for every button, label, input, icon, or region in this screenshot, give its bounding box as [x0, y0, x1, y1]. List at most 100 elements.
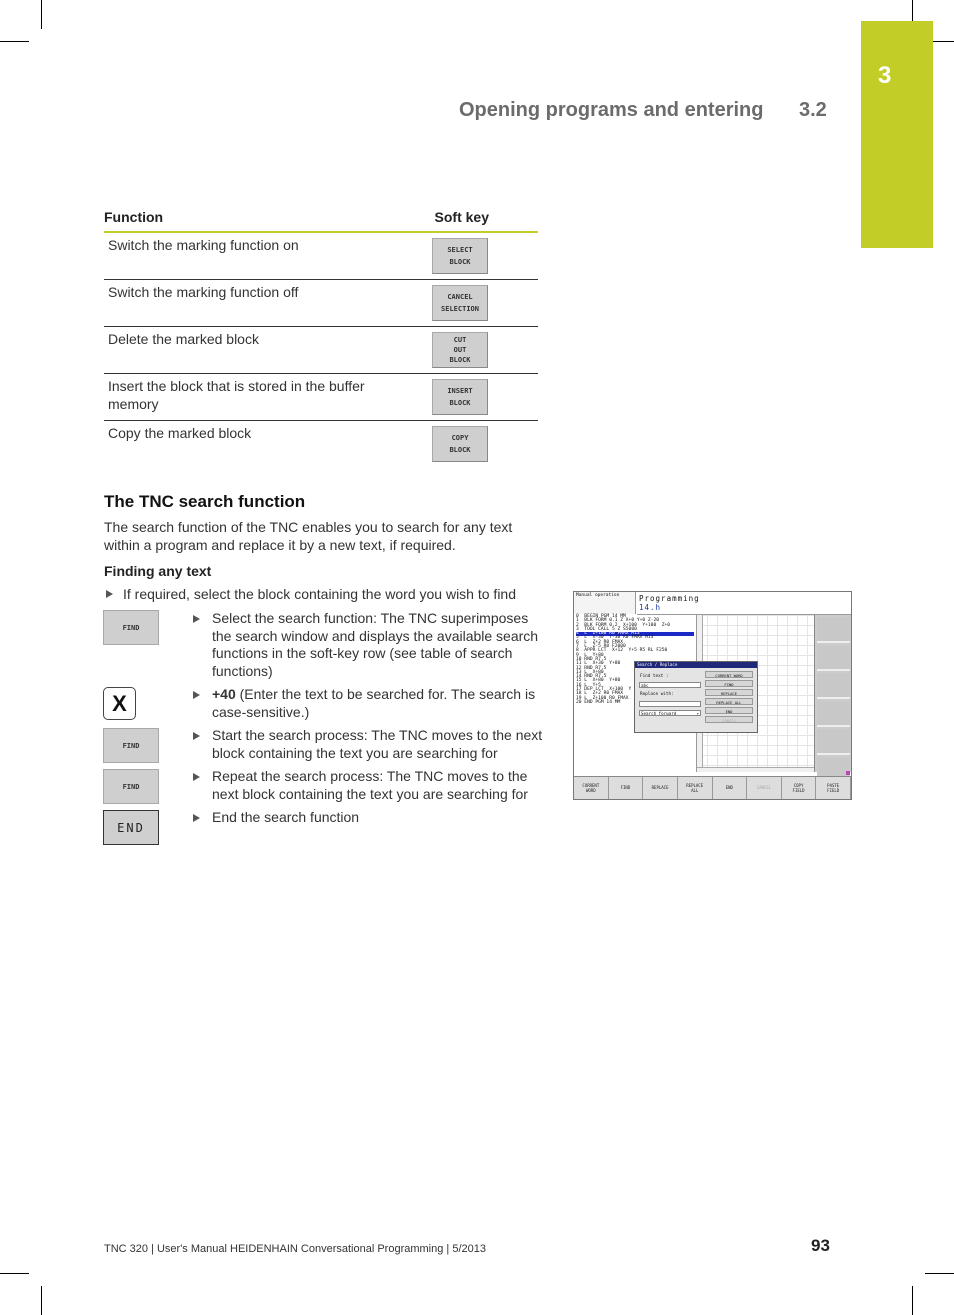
bullet-triangle-icon — [193, 691, 200, 699]
bullet-triangle-icon — [193, 615, 200, 623]
softkey-label: FIELD — [827, 787, 840, 793]
chapter-tab — [861, 21, 933, 248]
step-bold-value: +40 — [212, 686, 236, 702]
insert-block-softkey[interactable]: INSERT BLOCK — [432, 379, 488, 415]
softkey-label: CANCEL — [756, 785, 772, 791]
tnc-softkey[interactable]: COPY FIELD — [782, 777, 817, 799]
table-row: Switch the marking function off CANCEL S… — [104, 280, 538, 327]
function-cell: Delete the marked block — [108, 331, 259, 347]
step-text: (Enter the text to be searched for. The … — [212, 686, 536, 720]
find-text-input[interactable]: abc — [639, 682, 701, 688]
dialog-find-button[interactable]: FIND — [705, 680, 753, 687]
dialog-replace-button[interactable]: REPLACE — [705, 689, 753, 696]
find-label: Find text : — [640, 674, 669, 679]
direction-value: Search forward — [641, 711, 677, 716]
file-name: 14.h — [639, 603, 662, 612]
step-text: Repeat the search process: The TNC moves… — [212, 768, 528, 802]
tnc-screenshot: Manual operation Programming 14.h 0 BEGI… — [573, 591, 852, 800]
bullet-triangle-icon — [193, 773, 200, 781]
select-block-softkey[interactable]: SELECT BLOCK — [432, 238, 488, 274]
softkey-label: SELECT — [447, 246, 473, 254]
find-softkey[interactable]: FIND — [103, 769, 159, 804]
tnc-softkey[interactable]: CANCEL — [747, 777, 782, 799]
ruler-horizontal — [697, 767, 814, 772]
section-title: Opening programs and entering — [459, 99, 764, 121]
softkey-label: CUT — [453, 336, 467, 344]
intro-paragraph: The search function of the TNC enables y… — [104, 519, 513, 553]
tnc-softkey[interactable]: REPLACE — [643, 777, 678, 799]
table-row: Insert the block that is stored in the b… — [104, 374, 538, 421]
column-header-function: Function — [104, 209, 164, 225]
step-item: Select the search function: The TNC supe… — [193, 610, 548, 680]
crop-mark — [41, 1286, 42, 1315]
softkey-label: BLOCK — [449, 399, 471, 407]
step-text: Start the search process: The TNC moves … — [212, 727, 543, 761]
table-row: Switch the marking function on SELECT BL… — [104, 233, 538, 280]
chapter-number: 3 — [878, 62, 892, 89]
bullet-triangle-icon — [106, 590, 113, 598]
function-cell: Copy the marked block — [108, 425, 252, 441]
tnc-softkey[interactable]: CURRENT WORD — [574, 777, 609, 799]
softkey-label: CANCEL — [447, 293, 473, 301]
find-softkey[interactable]: FIND — [103, 728, 159, 763]
section-heading: The TNC search function — [104, 492, 306, 511]
vertical-softkey[interactable] — [817, 729, 850, 755]
table-row: Copy the marked block COPY BLOCK — [104, 421, 538, 467]
softkey-label: SELECTION — [441, 305, 479, 313]
softkey-label: INSERT — [447, 387, 473, 395]
crop-mark — [0, 41, 29, 42]
subsection-heading: Finding any text — [104, 563, 212, 579]
softkey-label: REPLACE — [651, 785, 669, 791]
crop-mark — [912, 0, 913, 21]
replace-text-input[interactable] — [639, 701, 701, 707]
cut-out-block-softkey[interactable]: CUT OUT BLOCK — [432, 332, 488, 368]
dialog-replace-all-button[interactable]: REPLACE ALL — [705, 698, 753, 705]
softkey-label: COPY — [451, 434, 469, 442]
footer-text: TNC 320 | User's Manual HEIDENHAIN Conve… — [104, 1243, 486, 1255]
step-item: Repeat the search process: The TNC moves… — [193, 768, 548, 803]
dialog-end-button[interactable]: END — [705, 707, 753, 714]
chevron-down-icon: ▾ — [696, 711, 699, 716]
table-row: Delete the marked block CUT OUT BLOCK — [104, 327, 538, 374]
find-softkey[interactable]: FIND — [103, 610, 159, 645]
step-text: End the search function — [212, 809, 360, 825]
vertical-softkey[interactable] — [817, 673, 850, 699]
screen-title: Programming — [639, 594, 700, 603]
vertical-softkey[interactable] — [817, 701, 850, 727]
step-item: +40 (Enter the text to be searched for. … — [193, 686, 548, 721]
function-cell: Switch the marking function off — [108, 284, 299, 300]
cancel-selection-softkey[interactable]: CANCEL SELECTION — [432, 285, 488, 321]
tnc-softkey[interactable]: FIND — [609, 777, 644, 799]
dialog-current-word-button[interactable]: CURRENT WORD — [705, 671, 753, 678]
softkey-label: FIND — [620, 785, 631, 791]
function-cell: Insert the block that is stored in the b… — [108, 378, 365, 412]
column-header-softkey: Soft key — [434, 209, 489, 225]
softkey-label: BLOCK — [449, 258, 471, 266]
step-text-wrap: +40 (Enter the text to be searched for. … — [212, 686, 548, 721]
crop-mark — [925, 1273, 954, 1274]
status-indicator-icon — [846, 771, 850, 775]
copy-block-softkey[interactable]: COPY BLOCK — [432, 426, 488, 462]
search-direction-select[interactable]: Search forward ▾ — [639, 710, 701, 716]
vertical-softkey[interactable] — [817, 617, 850, 643]
crop-mark — [912, 1286, 913, 1315]
bullet-text: If required, select the block containing… — [123, 586, 516, 602]
tnc-softkey[interactable]: REPLACE ALL — [678, 777, 713, 799]
tnc-softkey[interactable]: PASTE FIELD — [816, 777, 851, 799]
tnc-softkey[interactable]: END — [713, 777, 748, 799]
vertical-softkey[interactable] — [817, 645, 850, 671]
softkey-table: Function Soft key Switch the marking fun… — [104, 209, 538, 467]
bullet-triangle-icon — [193, 814, 200, 822]
section-number: 3.2 — [799, 99, 827, 121]
softkey-label: BLOCK — [449, 356, 471, 364]
dialog-cancel-button[interactable]: CANCEL — [705, 716, 753, 723]
function-cell: Switch the marking function on — [108, 237, 299, 253]
search-replace-dialog: Search / Replace Find text : abc Replace… — [634, 661, 758, 733]
crop-mark — [0, 1273, 29, 1274]
crop-mark — [41, 0, 42, 29]
end-key[interactable]: END — [103, 810, 159, 845]
crop-mark — [933, 41, 954, 42]
step-item: End the search function — [193, 809, 548, 827]
x-key-icon[interactable]: X — [103, 687, 136, 720]
bullet-triangle-icon — [193, 732, 200, 740]
